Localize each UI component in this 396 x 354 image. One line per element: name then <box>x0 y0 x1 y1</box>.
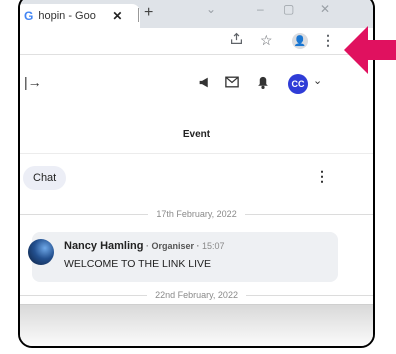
bottom-shadow <box>20 304 373 346</box>
divider-line <box>245 294 373 296</box>
tab-bar: G hopin - Goo ✕ + ⌄ – ▢ ✕ <box>20 0 373 28</box>
pointer-arrow-icon <box>344 26 396 74</box>
share-icon[interactable] <box>230 32 243 48</box>
address-bar[interactable]: ☆ 👤 ⋮ <box>20 28 373 55</box>
header-divider <box>20 153 373 154</box>
browser-window: G hopin - Goo ✕ + ⌄ – ▢ ✕ ☆ 👤 ⋮ |→ CC ⌄ … <box>18 0 375 348</box>
app-header: |→ CC ⌄ <box>20 70 373 98</box>
event-title: Event <box>182 129 211 140</box>
bell-icon[interactable] <box>257 76 269 92</box>
star-icon[interactable]: ☆ <box>260 32 273 49</box>
separator-dot: · <box>194 241 202 251</box>
message-text: WELCOME TO THE LINK LIVE <box>64 258 212 270</box>
sender-name[interactable]: Nancy Hamling <box>64 240 143 252</box>
date-separator: 17th February, 2022 <box>20 207 373 221</box>
browser-tab[interactable]: G hopin - Goo ✕ <box>20 4 140 28</box>
menu-kebab-icon[interactable]: ⋮ <box>321 32 335 49</box>
chat-options-icon[interactable]: ⋮ <box>315 168 329 185</box>
divider-line <box>20 294 148 296</box>
chevron-down-icon[interactable]: ⌄ <box>313 74 322 87</box>
google-logo-icon: G <box>24 9 34 23</box>
sender-line: Nancy Hamling · Organiser · 15:07 <box>64 240 225 252</box>
date-label: 22nd February, 2022 <box>155 290 238 300</box>
tab-search-icon[interactable]: ⌄ <box>206 2 216 16</box>
megaphone-icon[interactable] <box>198 76 211 92</box>
chat-message: Nancy Hamling · Organiser · 15:07 WELCOM… <box>28 232 338 282</box>
tab-title: hopin - Goo <box>38 10 96 22</box>
maximize-button[interactable]: ▢ <box>283 2 294 16</box>
mail-icon[interactable] <box>225 76 239 91</box>
divider-line <box>20 213 149 215</box>
exit-icon[interactable]: |→ <box>24 74 42 90</box>
chat-tab[interactable]: Chat <box>23 166 67 190</box>
close-window-button[interactable]: ✕ <box>320 2 330 16</box>
date-separator: 22nd February, 2022 <box>20 288 373 302</box>
sender-avatar[interactable] <box>28 239 54 265</box>
new-tab-button[interactable]: + <box>144 4 153 22</box>
message-time: 15:07 <box>202 241 225 251</box>
date-label: 17th February, 2022 <box>156 209 237 219</box>
profile-icon[interactable]: 👤 <box>292 33 308 49</box>
sender-role: Organiser <box>151 241 194 251</box>
divider-line <box>244 213 373 215</box>
minimize-button[interactable]: – <box>257 2 264 16</box>
tab-close-icon[interactable]: ✕ <box>112 9 122 23</box>
tab-separator <box>138 8 139 22</box>
user-avatar[interactable]: CC <box>288 74 308 94</box>
